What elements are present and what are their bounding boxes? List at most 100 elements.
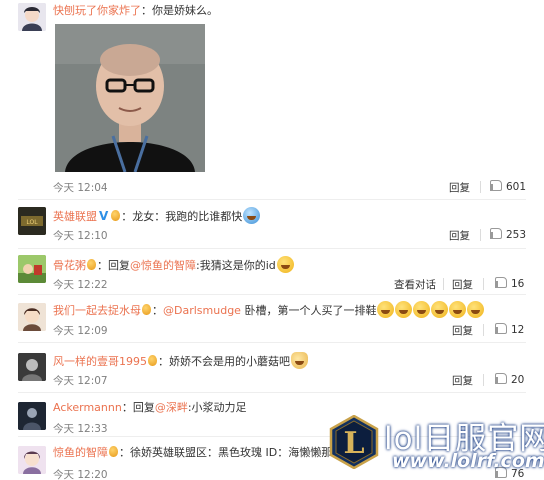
separator: ：: [97, 259, 108, 272]
laughing-emoji-icon: [449, 301, 467, 318]
comment-text-line: 快刨玩了你家炸了：你是娇妹么。: [53, 4, 218, 18]
reply-button[interactable]: 回复: [452, 277, 473, 292]
divider: [483, 324, 484, 336]
like-count: 253: [506, 229, 527, 241]
reply-button[interactable]: 回复: [449, 228, 470, 243]
avatar[interactable]: LOL: [18, 207, 46, 235]
like-button[interactable]: 16: [495, 277, 524, 290]
separator: ：: [121, 210, 133, 223]
separator: ：: [141, 4, 152, 17]
reply-prefix: 回复: [132, 401, 155, 414]
avatar[interactable]: [18, 3, 46, 31]
comment-text-line: 骨花粥 ：回复@惊鱼的智障:我猜这是你的id: [53, 256, 294, 273]
lol-logo-icon: L: [329, 414, 379, 470]
thumbs-up-icon: [490, 228, 502, 239]
comment-text: 龙女：我跑的比谁都快: [132, 210, 243, 223]
comment-text-line: 我们一起去捉水母 ：@Darlsmudge 卧槽，第一个人买了一排鞋: [53, 301, 485, 318]
divider: [443, 278, 444, 290]
comment-text: :小浆动力足: [187, 401, 247, 414]
like-count: 12: [511, 324, 525, 336]
comment-text-line: 英雄联盟 V ：龙女：我跑的比谁都快: [53, 207, 261, 224]
timestamp: 今天 12:04: [53, 182, 108, 194]
thumbs-up-icon: [495, 373, 507, 384]
comment-photo[interactable]: [55, 24, 205, 172]
laughing-emoji-icon: [467, 301, 485, 318]
comment-text-line: 惊鱼的智障 ：徐娇英雄联盟区：黑色玫瑰 ID：海懒懒那: [53, 446, 332, 460]
like-button[interactable]: 253: [490, 228, 526, 241]
username-link[interactable]: 我们一起去捉水母: [53, 304, 141, 317]
laughing-emoji-icon: [377, 301, 395, 318]
separator: ：: [121, 401, 133, 414]
username-link[interactable]: Ackermannn: [53, 401, 122, 414]
separator: ：: [152, 304, 163, 317]
verified-icon: V: [99, 209, 109, 223]
laughing-emoji-icon: [413, 301, 431, 318]
avatar[interactable]: [18, 303, 46, 331]
cat-emoji-icon: [291, 352, 308, 369]
timestamp: 今天 12:33: [53, 423, 108, 435]
row-divider: [18, 342, 526, 343]
reply-button[interactable]: 回复: [452, 323, 473, 338]
separator: ：: [158, 355, 169, 368]
mention-link[interactable]: @惊鱼的智障: [130, 259, 196, 272]
medal-badge-icon: [87, 259, 96, 270]
comment-4: 我们一起去捉水母 ：@Darlsmudge 卧槽，第一个人买了一排鞋 今天 12:…: [0, 296, 544, 342]
laughing-emoji-icon: [431, 301, 449, 318]
laughing-emoji-icon: [395, 301, 413, 318]
username-link[interactable]: 英雄联盟: [53, 210, 97, 223]
mention-link[interactable]: @Darlsmudge: [163, 304, 241, 317]
divider: [483, 278, 484, 290]
timestamp: 今天 12:20: [53, 469, 108, 480]
comment-text: 徐娇英雄联盟区：黑色玫瑰 ID：海懒懒那: [130, 446, 333, 459]
username-link[interactable]: 快刨玩了你家炸了: [53, 4, 141, 17]
avatar[interactable]: [18, 402, 46, 430]
like-count: 16: [511, 278, 525, 290]
comment-text: 娇娇不会是用的小蘑菇吧: [169, 355, 290, 368]
timestamp: 今天 12:09: [53, 325, 108, 337]
medal-badge-icon: [148, 355, 157, 366]
like-count: 601: [506, 181, 527, 193]
medal-badge-icon: [109, 446, 118, 457]
row-divider: [18, 392, 526, 393]
comment-2: LOL 英雄联盟 V ：龙女：我跑的比谁都快 今天 12:10 回复 253: [0, 200, 544, 250]
timestamp: 今天 12:10: [53, 230, 108, 242]
divider: [480, 181, 481, 193]
avatar[interactable]: [18, 446, 46, 474]
username-link[interactable]: 惊鱼的智障: [53, 446, 108, 459]
comment-text: 卧槽，第一个人买了一排鞋: [240, 304, 377, 317]
thumbs-up-icon: [495, 277, 507, 288]
comment-text: :我猜这是你的id: [196, 259, 276, 272]
row-divider: [18, 294, 526, 295]
separator: ：: [119, 446, 130, 459]
username-link[interactable]: 风一样的壹哥1995: [53, 355, 147, 368]
divider: [480, 229, 481, 241]
logo-letter: L: [343, 426, 364, 461]
comment-text-line: Ackermannn：回复@深畔:小浆动力足: [53, 401, 247, 415]
divider: [483, 374, 484, 386]
reply-button[interactable]: 回复: [452, 373, 473, 388]
comment-1: 快刨玩了你家炸了：你是娇妹么。 今天 12:04 回复 601: [0, 0, 544, 200]
username-link[interactable]: 骨花粥: [53, 259, 86, 272]
emoji-icon: [243, 207, 261, 224]
watermark-url: www.lolrf.com: [392, 450, 544, 472]
like-button[interactable]: 12: [495, 323, 524, 336]
thinking-emoji-icon: [276, 256, 294, 273]
medal-badge-icon: [142, 304, 151, 315]
thumbs-up-icon: [495, 323, 507, 334]
medal-badge-icon: [111, 210, 121, 221]
comment-3: 骨花粥 ：回复@惊鱼的智障:我猜这是你的id 今天 12:22 查看对话 回复 1…: [0, 250, 544, 296]
like-button[interactable]: 20: [495, 373, 524, 386]
thumbs-up-icon: [490, 180, 502, 191]
reply-prefix: 回复: [108, 259, 130, 272]
avatar[interactable]: [18, 255, 46, 283]
row-divider: [18, 248, 526, 249]
comment-text: 你是娇妹么。: [152, 4, 218, 17]
mention-link[interactable]: @深畔: [155, 401, 188, 414]
reply-button[interactable]: 回复: [449, 180, 470, 195]
avatar[interactable]: [18, 353, 46, 381]
view-conversation-button[interactable]: 查看对话: [394, 277, 436, 292]
timestamp: 今天 12:07: [53, 375, 108, 387]
svg-text:LOL: LOL: [26, 219, 38, 226]
timestamp: 今天 12:22: [53, 279, 108, 291]
like-button[interactable]: 601: [490, 180, 526, 193]
